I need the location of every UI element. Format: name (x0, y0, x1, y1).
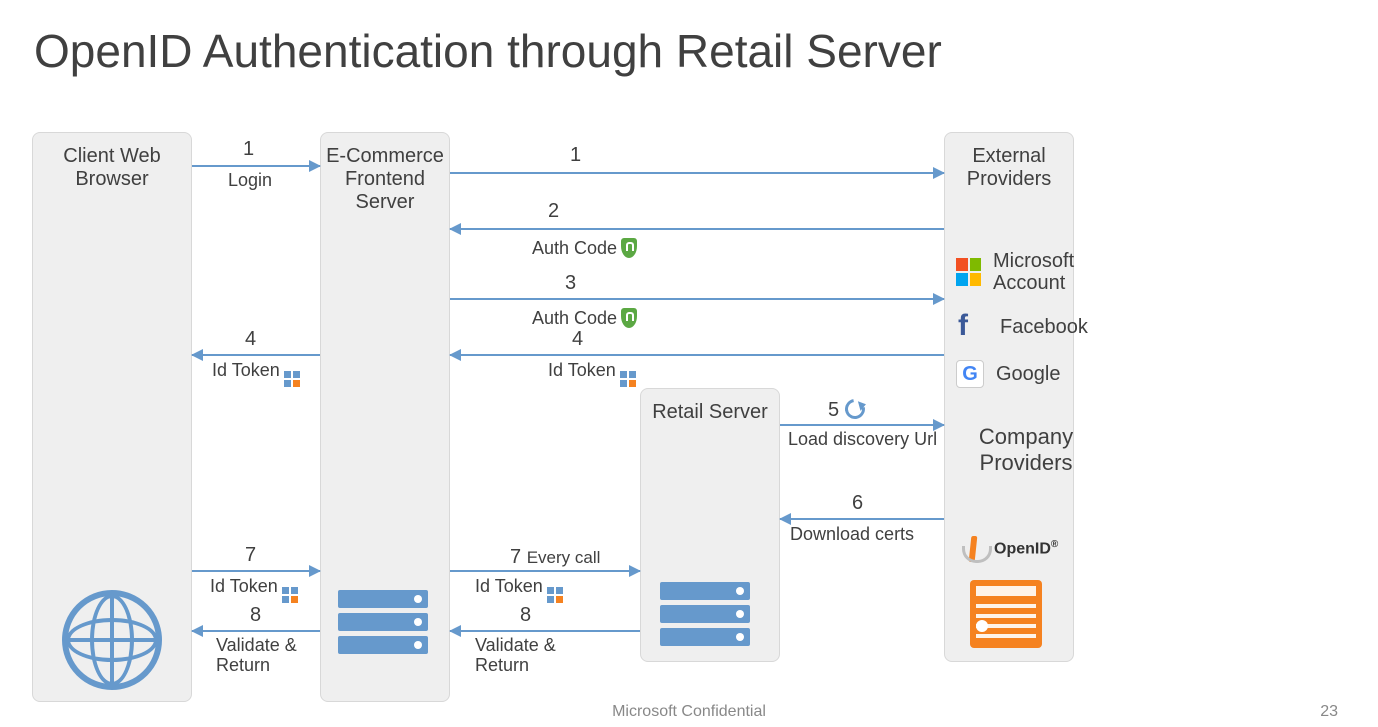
arrow-num: 3 (565, 272, 576, 295)
arrow-num: 5 (828, 396, 865, 422)
microsoft-icon (956, 258, 981, 286)
arrow-label: Validate & Return (475, 636, 585, 676)
arrow-8-validate-short (192, 630, 320, 632)
arrow-label: Login (228, 170, 272, 191)
token-icon (282, 587, 298, 603)
arrow-num: 6 (852, 492, 863, 515)
token-icon (547, 587, 563, 603)
arrow-7-idtoken-everycall (450, 570, 640, 572)
company-providers-label: Company Providers (956, 424, 1096, 477)
arrow-num: 4 (572, 328, 583, 351)
refresh-icon (841, 395, 869, 423)
arrow-4-idtoken-short (192, 354, 320, 356)
footer-text: Microsoft Confidential (0, 703, 1378, 721)
token-icon (620, 371, 636, 387)
arrow-4-idtoken-long (450, 354, 944, 356)
provider-list: Microsoft Account f Facebook G Google (944, 250, 1134, 406)
arrow-num: 8 (250, 604, 261, 627)
node-label: E-Commerce Frontend Server (326, 145, 444, 213)
token-icon (284, 371, 300, 387)
provider-google: G Google (944, 360, 1134, 388)
arrow-label: Id Token (548, 360, 636, 385)
arrow-num: 1 (243, 138, 254, 161)
shield-icon (621, 238, 637, 258)
arrow-label: Id Token (210, 576, 298, 601)
shield-icon (621, 308, 637, 328)
server-icon (338, 590, 428, 659)
server-icon (660, 582, 750, 651)
directory-icon (970, 580, 1042, 648)
arrow-2-authcode (450, 228, 944, 230)
arrow-num: 4 (245, 328, 256, 351)
node-label: Retail Server (652, 401, 768, 423)
slide-title: OpenID Authentication through Retail Ser… (34, 24, 942, 78)
google-icon: G (956, 360, 984, 388)
arrow-7-idtoken-short (192, 570, 320, 572)
arrow-num: 7 Every call (510, 546, 600, 569)
node-label: External Providers (967, 145, 1051, 190)
arrow-label: Download certs (790, 524, 914, 545)
arrow-3-authcode (450, 298, 944, 300)
arrow-label: Auth Code (532, 304, 637, 329)
page-number: 23 (1320, 703, 1338, 721)
arrow-num: 2 (548, 200, 559, 223)
provider-facebook: f Facebook (944, 312, 1134, 342)
arrow-num: 8 (520, 604, 531, 627)
provider-microsoft: Microsoft Account (944, 250, 1134, 294)
node-label: Client Web Browser (63, 145, 160, 190)
arrow-8-validate-long (450, 630, 640, 632)
facebook-icon: f (958, 312, 988, 342)
arrow-1-to-provider (450, 172, 944, 174)
arrow-label: Id Token (475, 576, 563, 601)
arrow-6-certs (780, 518, 944, 520)
arrow-label: Load discovery Url (788, 430, 938, 450)
provider-openid: OpenID® (962, 536, 1058, 562)
arrow-label: Auth Code (532, 234, 637, 259)
arrow-num: 7 (245, 544, 256, 567)
arrow-label: Id Token (212, 360, 300, 385)
openid-icon (962, 536, 988, 562)
globe-icon (62, 590, 162, 690)
arrow-1-login (192, 165, 320, 167)
arrow-5-discovery (780, 424, 944, 426)
arrow-label: Validate & Return (216, 636, 316, 676)
arrow-num: 1 (570, 144, 581, 167)
